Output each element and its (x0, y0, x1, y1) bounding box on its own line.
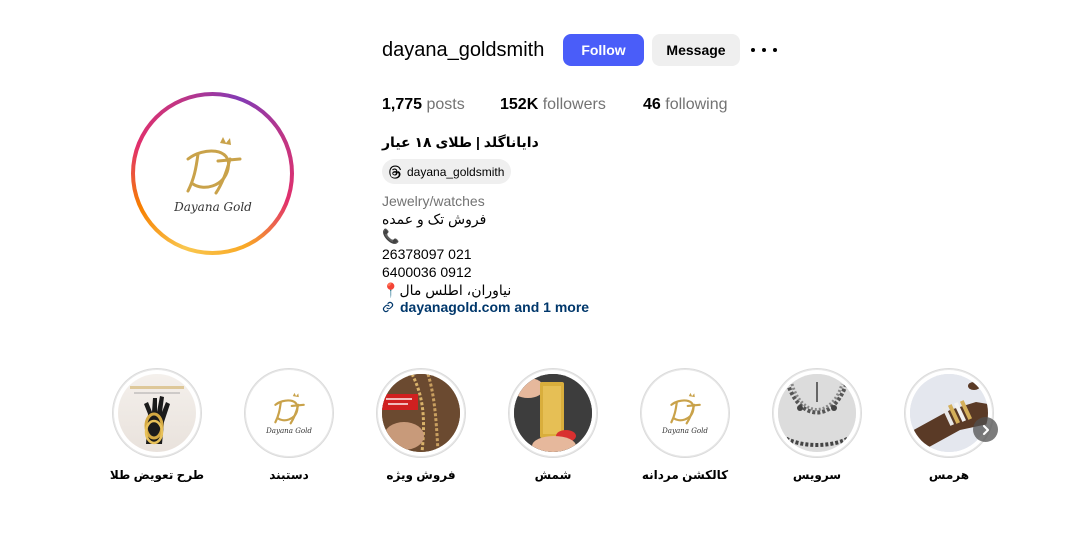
chevron-right-icon[interactable] (973, 417, 998, 442)
highlight-ring (376, 368, 466, 458)
highlight-label: دستبند (269, 468, 309, 482)
posts-stat: 1,775 posts (382, 96, 465, 114)
highlight-ring (772, 368, 862, 458)
highlight-ring (112, 368, 202, 458)
highlight-item[interactable]: سرویس (771, 368, 863, 482)
username: dayana_goldsmith (382, 39, 545, 61)
dayana-gold-logo-icon: Dayana Gold (646, 374, 724, 452)
highlight-item[interactable]: Dayana Gold کالکشن مردانه (639, 368, 731, 482)
avatar-logo: Dayana Gold (139, 100, 286, 247)
followers-label: followers (542, 96, 606, 113)
jewelry-set-image-icon (778, 374, 856, 452)
bio-line-4: 6400036 0912 (382, 264, 472, 280)
posts-label: posts (426, 96, 465, 113)
svg-text:Dayana Gold: Dayana Gold (661, 426, 708, 435)
followers-count: 152K (500, 96, 539, 113)
gold-bar-image-icon (514, 374, 592, 452)
threads-icon (389, 164, 402, 179)
profile-category: Jewelry/watches (382, 193, 485, 209)
bio-line-2: 📞 (382, 228, 400, 244)
threads-badge[interactable]: dayana_goldsmith (382, 159, 512, 184)
highlight-ring: Dayana Gold (640, 368, 730, 458)
more-options-icon[interactable] (751, 40, 777, 60)
highlight-item[interactable]: شمش (507, 368, 599, 482)
avatar-inner-border: Dayana Gold (135, 96, 290, 251)
highlight-item[interactable]: Dayana Gold دستبند (243, 368, 335, 482)
highlight-label: شمش (534, 468, 572, 482)
follow-button[interactable]: Follow (563, 34, 644, 66)
bio-line-5: 📍نیاوران، اطلس مال (382, 282, 512, 298)
bio-line-1: فروش تک و عمده (382, 211, 487, 227)
highlight-label: کالکشن مردانه (641, 468, 729, 482)
dayana-gold-logo-icon: Dayana Gold (173, 136, 252, 214)
external-link[interactable]: dayanagold.com and 1 more (382, 299, 589, 315)
following-label: following (665, 96, 728, 113)
highlight-ring (904, 368, 994, 458)
threads-handle: dayana_goldsmith (407, 164, 505, 179)
link-icon (382, 301, 394, 313)
hand-bangles-image-icon (118, 374, 196, 452)
following-count: 46 (643, 96, 661, 113)
dayana-gold-logo-icon: Dayana Gold (250, 374, 328, 452)
following-stat[interactable]: 46 following (643, 96, 728, 114)
full-name: دایاناگلد | طلای ۱۸ عیار (382, 134, 539, 150)
highlight-label: هرمس (928, 468, 970, 482)
message-button[interactable]: Message (652, 34, 740, 66)
highlight-label: سرویس (792, 468, 842, 482)
svg-text:Dayana Gold: Dayana Gold (173, 200, 252, 214)
link-text: dayanagold.com and 1 more (400, 299, 590, 315)
highlight-item[interactable]: طرح تعویض طلا (109, 368, 205, 482)
posts-count: 1,775 (382, 96, 423, 113)
bio-line-3: 26378097 021 (382, 246, 472, 262)
highlight-item[interactable]: فروش ویژه (375, 368, 467, 482)
special-sale-image-icon (382, 374, 460, 452)
profile-avatar[interactable]: Dayana Gold (131, 92, 294, 255)
svg-text:Dayana Gold: Dayana Gold (265, 426, 312, 435)
highlight-ring: Dayana Gold (244, 368, 334, 458)
highlight-label: طرح تعویض طلا (109, 468, 205, 482)
highlight-label: فروش ویژه (386, 468, 456, 482)
highlight-ring (508, 368, 598, 458)
followers-stat[interactable]: 152K followers (500, 96, 606, 114)
bracelet-wrist-image-icon (910, 374, 988, 452)
